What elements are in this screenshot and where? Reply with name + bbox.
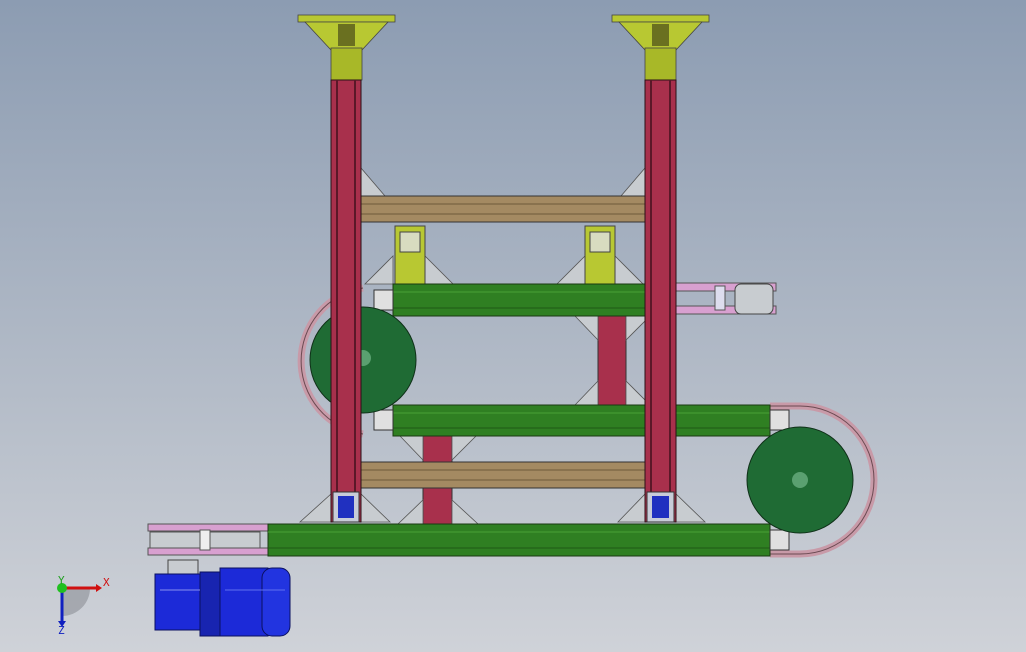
- orientation-triad: X Y Z: [57, 574, 110, 637]
- z-axis-label: Z: [58, 624, 65, 637]
- y-axis-label: Y: [58, 574, 65, 587]
- right-tension-arm: [675, 282, 777, 315]
- left-mount: [297, 14, 396, 81]
- left-column: [330, 79, 362, 523]
- inner-column: [597, 315, 627, 407]
- cad-viewport[interactable]: X Y Z: [0, 0, 1026, 652]
- x-axis-label: X: [103, 576, 110, 589]
- left-tension-arm: [147, 523, 269, 556]
- left-pulley-wheel: [309, 306, 417, 414]
- right-mount: [611, 14, 710, 81]
- right-column: [644, 79, 677, 523]
- gear-motor: [154, 559, 291, 637]
- right-pulley-wheel: [746, 426, 854, 534]
